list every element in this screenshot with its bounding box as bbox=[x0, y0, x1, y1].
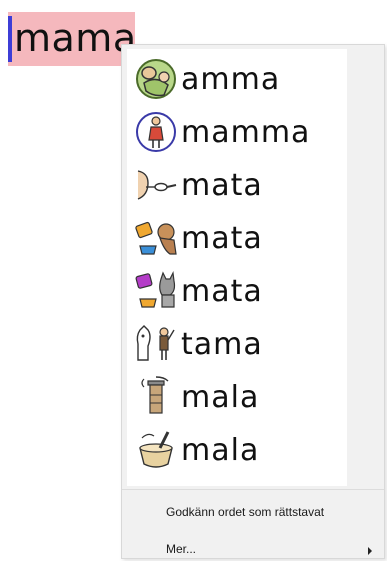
suggestion-item-amma[interactable]: amma bbox=[127, 53, 347, 105]
suggestion-item-mala-grinder[interactable]: mala bbox=[127, 371, 347, 423]
suggestion-item-tama[interactable]: tama bbox=[127, 318, 347, 370]
text-caret bbox=[8, 16, 12, 62]
suggestion-word: mamma bbox=[181, 114, 311, 150]
mother-figure-icon bbox=[133, 109, 179, 155]
spellcheck-context-menu: amma mamma mata mata mata tama mala mala… bbox=[121, 44, 385, 559]
suggestion-word: mata bbox=[181, 220, 263, 256]
more-menu-item[interactable]: Mer... bbox=[166, 542, 196, 556]
suggestion-item-mata-spoon[interactable]: mata bbox=[127, 159, 347, 211]
nursing-mother-icon bbox=[133, 56, 179, 102]
menu-separator bbox=[122, 489, 384, 490]
misspelled-word-highlight[interactable]: mama bbox=[8, 12, 137, 66]
suggestion-word: amma bbox=[181, 61, 281, 97]
submenu-arrow-icon bbox=[368, 547, 372, 555]
suggestion-word: mala bbox=[181, 432, 260, 468]
feeding-dog-icon bbox=[133, 215, 179, 261]
feeding-cat-icon bbox=[133, 268, 179, 314]
accept-word-menu-item[interactable]: Godkänn ordet som rättstavat bbox=[166, 505, 324, 519]
suggestion-word: mata bbox=[181, 273, 263, 309]
grinder-icon bbox=[133, 374, 179, 420]
suggestion-item-mamma[interactable]: mamma bbox=[127, 106, 347, 158]
suggestion-word: tama bbox=[181, 326, 263, 362]
spoon-feeding-icon bbox=[133, 162, 179, 208]
suggestion-word: mata bbox=[181, 167, 263, 203]
taming-animal-icon bbox=[133, 321, 179, 367]
mortar-pestle-icon bbox=[133, 427, 179, 473]
suggestion-item-mala-mortar[interactable]: mala bbox=[127, 424, 347, 476]
misspelled-word[interactable]: mama bbox=[14, 15, 137, 61]
suggestion-item-mata-dog[interactable]: mata bbox=[127, 212, 347, 264]
suggestion-word: mala bbox=[181, 379, 260, 415]
document-area[interactable]: mama amma mamma mata mata mata tama mala… bbox=[0, 0, 387, 561]
suggestion-list: amma mamma mata mata mata tama mala mala bbox=[127, 49, 347, 486]
suggestion-item-mata-cat[interactable]: mata bbox=[127, 265, 347, 317]
